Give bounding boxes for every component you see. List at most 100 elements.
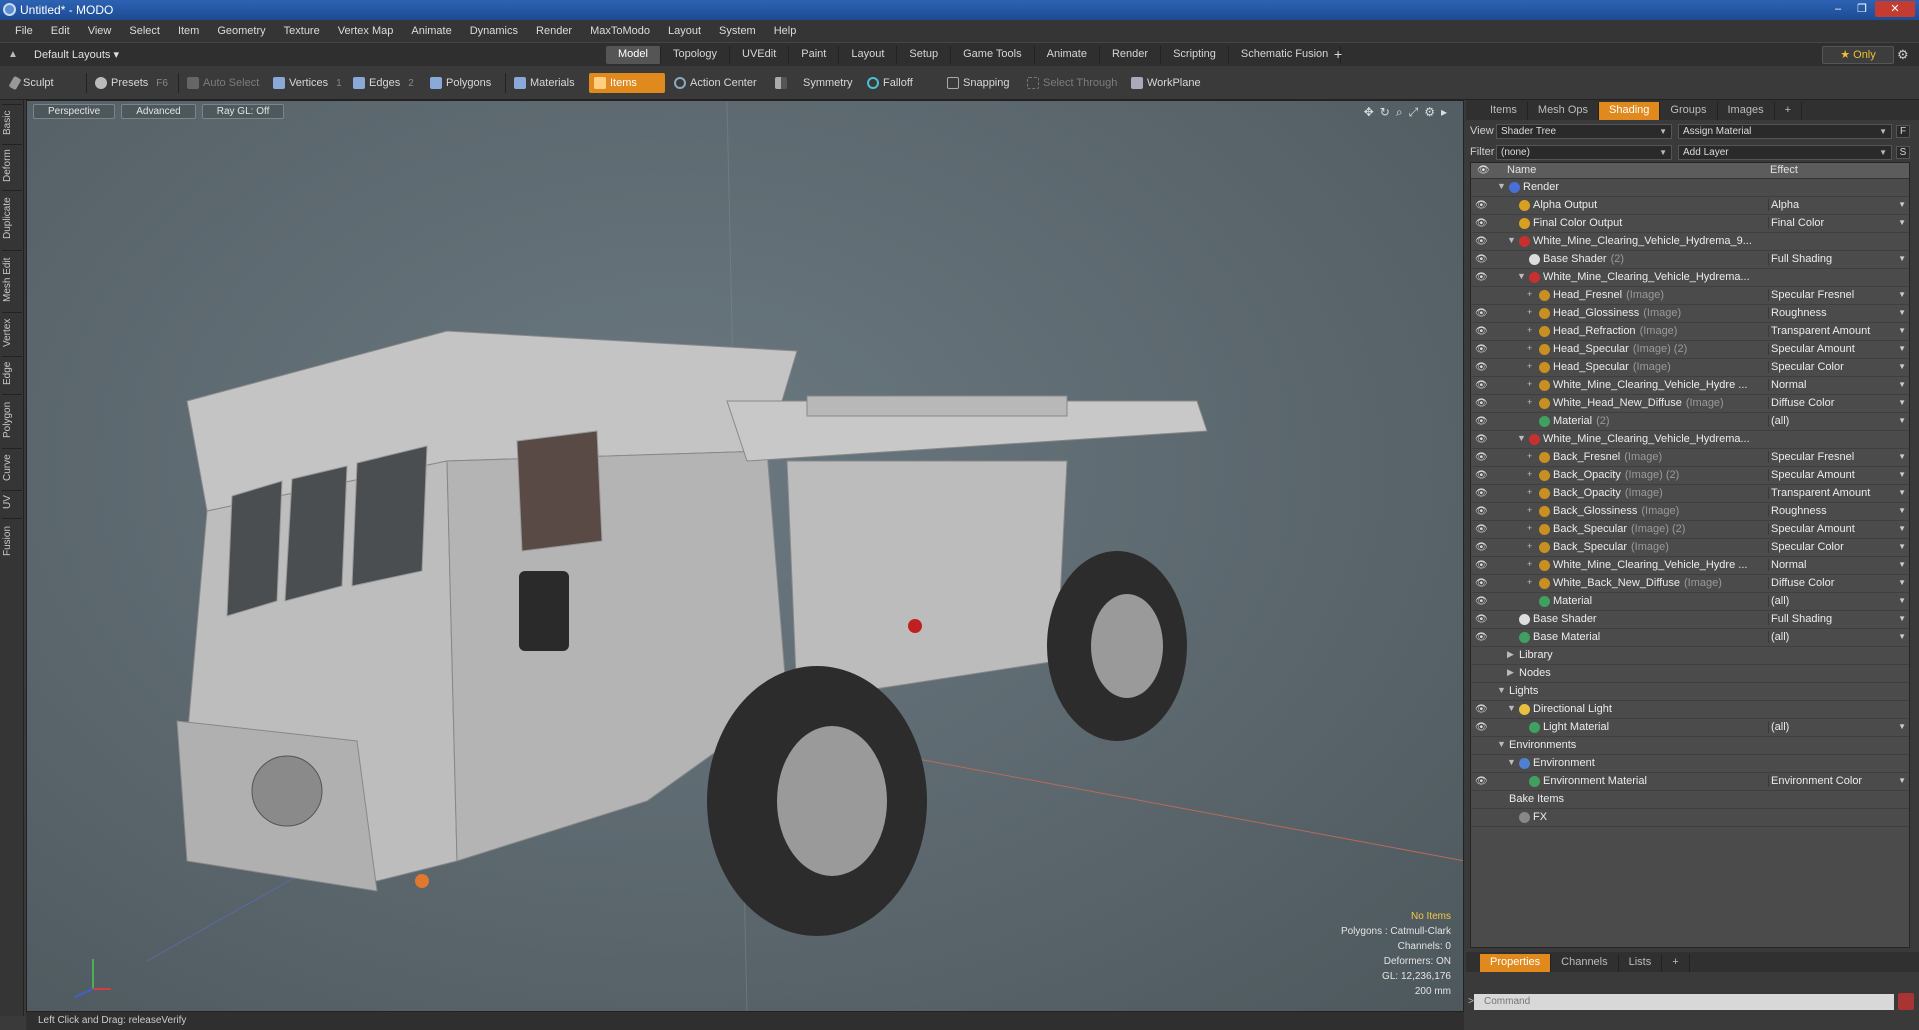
chevron-down-icon[interactable]: ▼	[1898, 290, 1906, 299]
shader-tree-row[interactable]: 👁 + Back_Specular (Image) (2) Specular Amoun…	[1471, 521, 1909, 539]
expand-toggle-icon[interactable]: +	[1527, 559, 1532, 569]
chevron-down-icon[interactable]: ▼	[1898, 632, 1906, 641]
visibility-eye-icon[interactable]: 👁	[1475, 272, 1488, 283]
tab-lists[interactable]: Lists	[1619, 954, 1663, 972]
add-layout-tab-button[interactable]: +	[1334, 46, 1342, 62]
view-select[interactable]: Shader Tree	[1496, 123, 1672, 139]
tab-paint[interactable]: Paint	[789, 46, 840, 64]
chevron-down-icon[interactable]: ▼	[1898, 362, 1906, 371]
visibility-eye-icon[interactable]	[1475, 758, 1487, 768]
chevron-down-icon[interactable]: ▼	[1898, 722, 1906, 731]
expand-toggle-icon[interactable]: +	[1527, 325, 1532, 335]
only-button[interactable]: ★ Only	[1822, 46, 1894, 64]
chevron-down-icon[interactable]: ▼	[1898, 578, 1906, 587]
effect-select[interactable]: Alpha ▼	[1768, 199, 1908, 211]
vtab-mesh-edit[interactable]: Mesh Edit	[2, 250, 22, 308]
shader-tree-row[interactable]: 👁 + Back_Opacity (Image) Transparent Amount ▼	[1471, 485, 1909, 503]
visibility-eye-icon[interactable]: 👁	[1475, 254, 1488, 265]
visibility-eye-icon[interactable]: 👁	[1475, 416, 1488, 427]
command-input[interactable]	[1474, 994, 1894, 1010]
shader-tree-row[interactable]: ▶ Nodes	[1471, 665, 1909, 683]
shader-tree-row[interactable]: 👁 Base Shader (2) Full Shading ▼	[1471, 251, 1909, 269]
visibility-eye-icon[interactable]: 👁	[1475, 362, 1488, 373]
menu-texture[interactable]: Texture	[275, 25, 329, 37]
effect-select[interactable]: (all) ▼	[1768, 415, 1908, 427]
chevron-down-icon[interactable]: ▼	[1898, 218, 1906, 227]
tab-uvedit[interactable]: UVEdit	[730, 46, 790, 64]
add-bottom-tab-button[interactable]: +	[1662, 954, 1690, 972]
shader-tree-row[interactable]: + Head_Fresnel (Image) Specular Fresnel ▼	[1471, 287, 1909, 305]
expand-toggle-icon[interactable]: +	[1527, 343, 1532, 353]
visibility-eye-icon[interactable]: 👁	[1475, 488, 1488, 499]
menu-view[interactable]: View	[79, 25, 121, 37]
visibility-eye-icon[interactable]: 👁	[1475, 398, 1488, 409]
viewport-expand-icon[interactable]: ▸	[1441, 105, 1447, 120]
chevron-down-icon[interactable]: ▼	[1898, 614, 1906, 623]
perspective-button[interactable]: Perspective	[33, 104, 116, 119]
visibility-eye-icon[interactable]: 👁	[1475, 344, 1488, 355]
effect-select[interactable]: Diffuse Color ▼	[1768, 397, 1908, 409]
tab-game-tools[interactable]: Game Tools	[951, 46, 1035, 64]
expand-toggle-icon[interactable]: ▶	[1507, 649, 1514, 660]
tab-properties[interactable]: Properties	[1480, 954, 1552, 972]
visibility-eye-icon[interactable]	[1475, 290, 1487, 300]
vtab-uv[interactable]: UV	[2, 490, 22, 514]
visibility-eye-icon[interactable]	[1475, 650, 1487, 660]
filter-select[interactable]: (none)	[1496, 144, 1672, 160]
shader-tree-row[interactable]: ▼ Render	[1471, 179, 1909, 197]
effect-select[interactable]: Environment Color ▼	[1768, 775, 1908, 787]
name-column-header[interactable]: Name	[1507, 164, 1536, 176]
expand-toggle-icon[interactable]: ▼	[1517, 433, 1526, 443]
effect-select[interactable]: Transparent Amount ▼	[1768, 325, 1908, 337]
expand-toggle-icon[interactable]: +	[1527, 523, 1532, 533]
effect-select[interactable]: Specular Fresnel ▼	[1768, 451, 1908, 463]
expand-toggle-icon[interactable]: +	[1527, 577, 1532, 587]
effect-select[interactable]: Specular Color ▼	[1768, 541, 1908, 553]
shader-tree-row[interactable]: ▼ Lights	[1471, 683, 1909, 701]
command-history-button[interactable]	[1898, 993, 1914, 1010]
minimize-button[interactable]: –	[1827, 1, 1849, 17]
effect-select[interactable]: Specular Fresnel ▼	[1768, 289, 1908, 301]
shader-tree-row[interactable]: 👁 + Back_Specular (Image) Specular Color ▼	[1471, 539, 1909, 557]
visibility-eye-icon[interactable]	[1475, 812, 1487, 822]
expand-toggle-icon[interactable]: +	[1527, 505, 1532, 515]
shader-tree-row[interactable]: 👁 + White_Head_New_Diffuse (Image) Diffuse C…	[1471, 395, 1909, 413]
effect-select[interactable]: Final Color ▼	[1768, 217, 1908, 229]
tab-setup[interactable]: Setup	[897, 46, 952, 64]
shader-tree-row[interactable]: 👁 Alpha Output Alpha ▼	[1471, 197, 1909, 215]
effect-select[interactable]: Transparent Amount ▼	[1768, 487, 1908, 499]
shader-tree-row[interactable]: 👁 Material (2) (all) ▼	[1471, 413, 1909, 431]
chevron-down-icon[interactable]: ▼	[1898, 470, 1906, 479]
expand-toggle-icon[interactable]: ▼	[1517, 271, 1526, 281]
shader-tree-row[interactable]: 👁 ▼ Directional Light	[1471, 701, 1909, 719]
rotate-icon[interactable]: ↻	[1380, 105, 1390, 120]
visibility-eye-icon[interactable]: 👁	[1475, 614, 1488, 625]
tab-channels[interactable]: Channels	[1551, 954, 1619, 972]
shader-tree-row[interactable]: 👁 Base Material (all) ▼	[1471, 629, 1909, 647]
shader-tree-row[interactable]: 👁 + Head_Glossiness (Image) Roughness ▼	[1471, 305, 1909, 323]
expand-toggle-icon[interactable]: +	[1527, 379, 1532, 389]
visibility-eye-icon[interactable]	[1475, 668, 1487, 678]
gear-icon[interactable]: ⚙	[1897, 47, 1909, 63]
expand-toggle-icon[interactable]: ▼	[1497, 181, 1506, 191]
expand-toggle-icon[interactable]: +	[1527, 307, 1532, 317]
tab-mesh-ops[interactable]: Mesh Ops	[1528, 102, 1600, 120]
shader-tree-row[interactable]: 👁 Light Material (all) ▼	[1471, 719, 1909, 737]
expand-toggle-icon[interactable]: ▼	[1507, 757, 1516, 767]
tab-images[interactable]: Images	[1718, 102, 1775, 120]
polygons-button[interactable]: Polygons	[425, 73, 496, 93]
visibility-eye-icon[interactable]	[1475, 686, 1487, 696]
vtab-polygon[interactable]: Polygon	[2, 394, 22, 444]
expand-toggle-icon[interactable]: +	[1527, 397, 1532, 407]
effect-select[interactable]: (all) ▼	[1768, 631, 1908, 643]
shader-tree-row[interactable]: ▶ Library	[1471, 647, 1909, 665]
sculpt-button[interactable]: Sculpt	[6, 73, 59, 93]
vtab-edge[interactable]: Edge	[2, 356, 22, 390]
edges-button[interactable]: Edges 2	[348, 73, 419, 93]
presets-button[interactable]: Presets F6	[90, 73, 173, 93]
shader-tree-row[interactable]: FX	[1471, 809, 1909, 827]
visibility-eye-icon[interactable]: 👁	[1475, 200, 1488, 211]
zoom-icon[interactable]: ⌕	[1396, 105, 1403, 120]
assign-material-select[interactable]: Assign Material	[1678, 123, 1892, 139]
shader-tree-row[interactable]: 👁 ▼ White_Mine_Clearing_Vehicle_Hydrema...	[1471, 431, 1909, 449]
